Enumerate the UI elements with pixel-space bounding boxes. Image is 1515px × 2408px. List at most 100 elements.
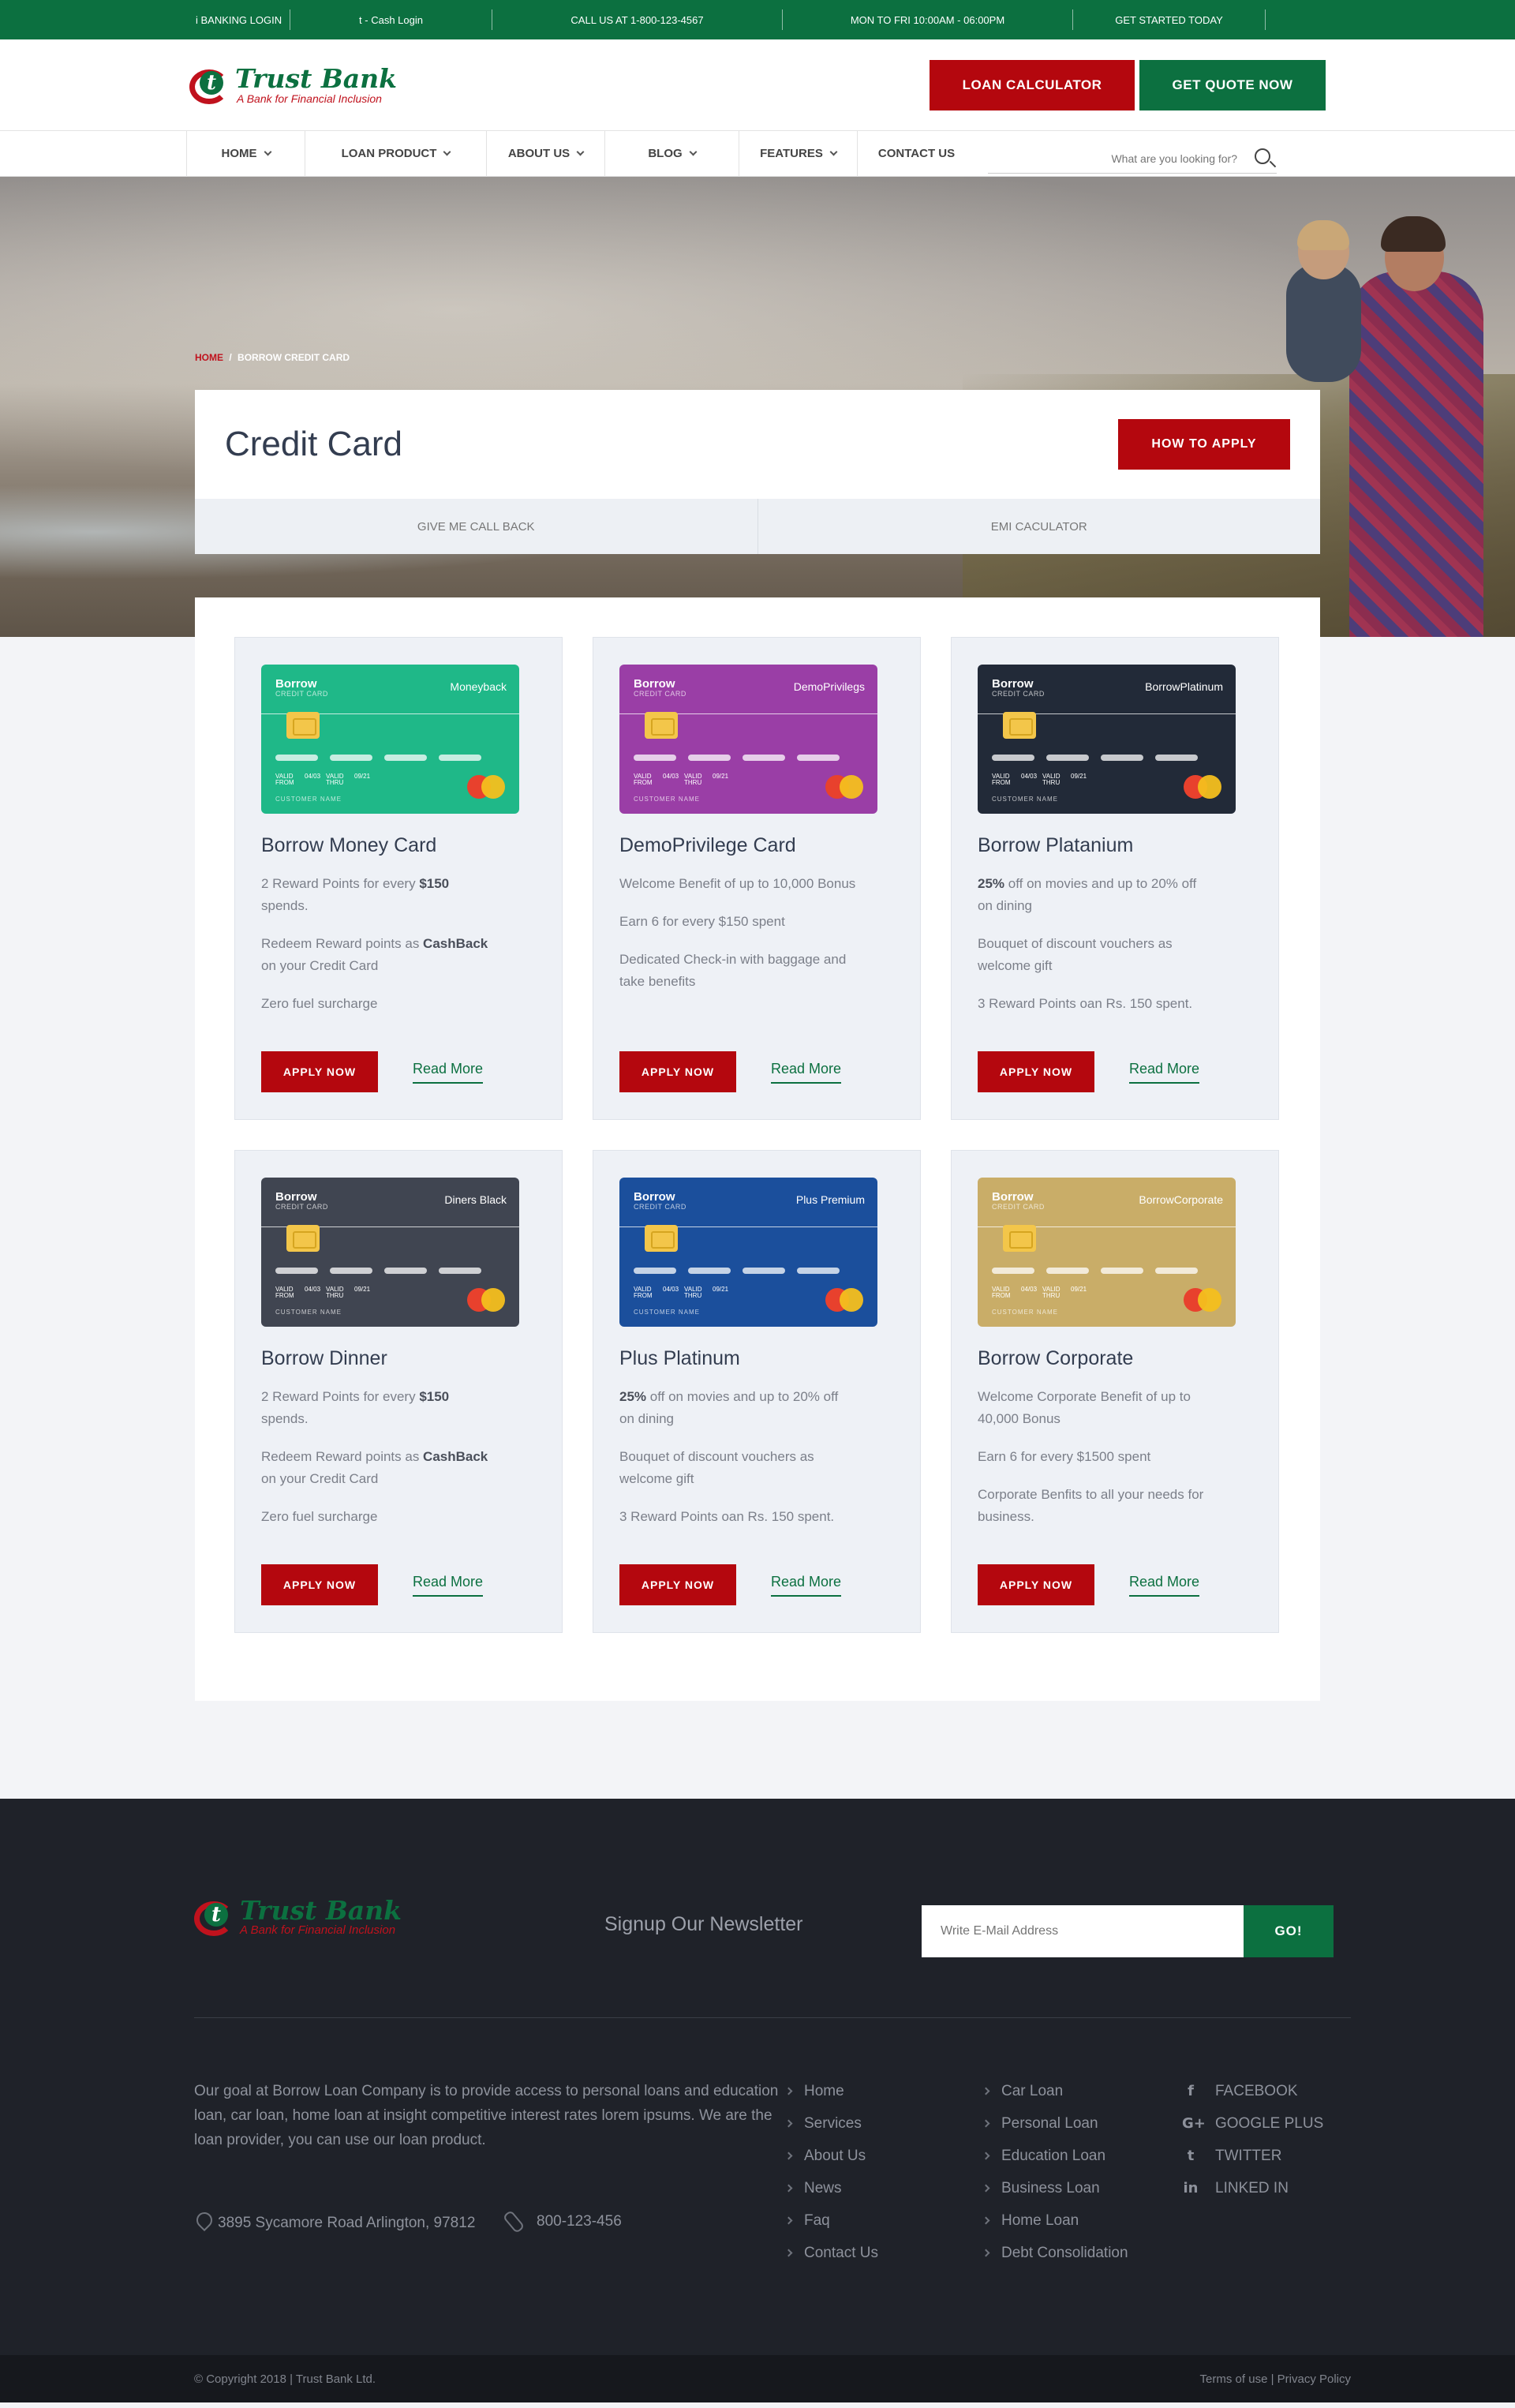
nav-features[interactable]: FEATURES — [739, 130, 857, 177]
footer-link[interactable]: Education Loan — [982, 2140, 1128, 2172]
footer-link[interactable]: News — [784, 2172, 878, 2204]
apply-now-button[interactable]: APPLY NOW — [261, 1051, 378, 1092]
get-started-link[interactable]: GET STARTED TODAY — [1073, 9, 1266, 30]
nav-blog[interactable]: BLOG — [604, 130, 739, 177]
footer-logo[interactable]: t Trust Bank A Bank for Financial Inclus… — [194, 1897, 402, 1937]
read-more-link[interactable]: Read More — [413, 1061, 484, 1084]
map-pin-icon — [194, 2211, 213, 2234]
apply-now-button[interactable]: APPLY NOW — [978, 1051, 1094, 1092]
customer-name: CUSTOMER NAME — [634, 796, 700, 803]
nav-contact-us[interactable]: CONTACT US — [857, 130, 975, 177]
logo[interactable]: t Trust Bank A Bank for Financial Inclus… — [189, 62, 397, 105]
newsletter-go-button[interactable]: GO! — [1244, 1905, 1334, 1957]
footer-link[interactable]: Home Loan — [982, 2204, 1128, 2237]
tab-emi-calculator[interactable]: EMI CACULATOR — [758, 499, 1321, 554]
footer-contact: 3895 Sycamore Road Arlington, 97812 800-… — [194, 2211, 622, 2235]
nav-about-us[interactable]: ABOUT US — [486, 130, 604, 177]
read-more-link[interactable]: Read More — [413, 1574, 484, 1597]
card-image: Borrow CREDIT CARD Moneyback VALID FROM … — [261, 665, 519, 814]
nav-loan-product[interactable]: LOAN PRODUCT — [305, 130, 486, 177]
footer-link[interactable]: Debt Consolidation — [982, 2237, 1128, 2269]
card-title: Borrow Money Card — [261, 834, 437, 856]
social-link[interactable]: t TWITTER — [1182, 2140, 1323, 2172]
chevron-right-icon — [784, 2216, 793, 2225]
chevron-down-icon — [689, 148, 698, 156]
social-link[interactable]: f FACEBOOK — [1182, 2075, 1323, 2107]
footer-link[interactable]: Business Loan — [982, 2172, 1128, 2204]
facebook-icon: f — [1188, 2083, 1194, 2099]
google-plus-icon: G+ — [1182, 2115, 1206, 2132]
read-more-link[interactable]: Read More — [1129, 1061, 1200, 1084]
chip-icon — [286, 1225, 320, 1252]
chevron-right-icon — [784, 2087, 793, 2095]
card-image: Borrow CREDIT CARD BorrowCorporate VALID… — [978, 1178, 1236, 1327]
footer-address: 3895 Sycamore Road Arlington, 97812 — [218, 2215, 476, 2231]
brand-name: Trust Bank — [235, 62, 397, 94]
search-icon[interactable] — [1253, 147, 1277, 170]
apply-now-button[interactable]: APPLY NOW — [978, 1564, 1094, 1605]
valid-from-label: VALID FROM — [275, 1286, 294, 1299]
phone-icon — [505, 2209, 529, 2233]
mastercard-icon — [467, 775, 507, 799]
card-brand: Borrow — [992, 677, 1034, 691]
card-feature: Welcome Benefit of up to 10,000 Bonus — [619, 876, 856, 891]
footer-link[interactable]: Faq — [784, 2204, 878, 2237]
card-feature: 2 Reward Points for every $150 spends. — [261, 876, 450, 913]
how-to-apply-button[interactable]: HOW TO APPLY — [1118, 419, 1290, 470]
card-brand: Borrow — [992, 1190, 1034, 1204]
footer-link[interactable]: Car Loan — [982, 2075, 1128, 2107]
card-sub: CREDIT CARD — [275, 1203, 328, 1211]
social-link[interactable]: in LINKED IN — [1182, 2172, 1323, 2204]
footer-link[interactable]: Services — [784, 2107, 878, 2140]
newsletter-form: GO! — [922, 1905, 1334, 1957]
card-feature: Earn 6 for every $1500 spent — [978, 1449, 1151, 1464]
footer-link[interactable]: Personal Loan — [982, 2107, 1128, 2140]
apply-now-button[interactable]: APPLY NOW — [261, 1564, 378, 1605]
nav-loan-product-label: LOAN PRODUCT — [341, 147, 437, 160]
loan-calculator-button[interactable]: LOAN CALCULATOR — [930, 59, 1135, 110]
card-feature: Bouquet of discount vouchers as welcome … — [978, 936, 1173, 973]
logo-mark-icon: t — [194, 1898, 238, 1936]
valid-thru-label: VALID THRU — [1042, 773, 1060, 786]
nav-home[interactable]: HOME — [186, 130, 305, 177]
read-more-link[interactable]: Read More — [771, 1061, 842, 1084]
valid-from: 04/03 — [663, 1286, 679, 1293]
card-feature: 25% off on movies and up to 20% off on d… — [619, 1389, 839, 1426]
read-more-link[interactable]: Read More — [1129, 1574, 1200, 1597]
footer-brand-tagline: A Bank for Financial Inclusion — [240, 1923, 396, 1937]
cards-grid: Borrow CREDIT CARD Moneyback VALID FROM … — [234, 637, 1320, 1633]
apply-now-button[interactable]: APPLY NOW — [619, 1051, 736, 1092]
breadcrumb-home[interactable]: HOME — [195, 352, 223, 363]
card-feature: Welcome Corporate Benefit of up to 40,00… — [978, 1389, 1191, 1426]
chevron-down-icon — [264, 148, 271, 156]
social-link[interactable]: G+ GOOGLE PLUS — [1182, 2107, 1323, 2140]
nav-blog-label: BLOG — [648, 147, 683, 160]
main-nav: HOME LOAN PRODUCT ABOUT US BLOG FEATURES… — [0, 130, 1515, 177]
tab-call-back[interactable]: GIVE ME CALL BACK — [195, 499, 758, 554]
search-input[interactable] — [1016, 147, 1253, 170]
card-title: Plus Platinum — [619, 1347, 740, 1369]
valid-thru: 09/21 — [713, 1286, 729, 1293]
call-us-info: CALL US AT 1-800-123-4567 — [492, 9, 783, 30]
footer-link[interactable]: Home — [784, 2075, 878, 2107]
footer-about-text: Our goal at Borrow Loan Company is to pr… — [194, 2083, 779, 2148]
read-more-link[interactable]: Read More — [771, 1574, 842, 1597]
ibanking-login-link[interactable]: i BANKING LOGIN — [186, 9, 290, 30]
email-input[interactable] — [922, 1905, 1244, 1957]
chevron-right-icon — [982, 2119, 990, 2128]
tcash-login-link[interactable]: t - Cash Login — [290, 9, 492, 30]
apply-now-button[interactable]: APPLY NOW — [619, 1564, 736, 1605]
terms-privacy-link[interactable]: Terms of use | Privacy Policy — [1200, 2372, 1351, 2386]
sub-tabs: GIVE ME CALL BACK EMI CACULATOR — [195, 499, 1320, 554]
customer-name: CUSTOMER NAME — [634, 1309, 700, 1316]
header: t Trust Bank A Bank for Financial Inclus… — [0, 39, 1515, 131]
customer-name: CUSTOMER NAME — [275, 796, 342, 803]
get-quote-button[interactable]: GET QUOTE NOW — [1139, 59, 1326, 110]
valid-from: 04/03 — [663, 773, 679, 780]
chevron-right-icon — [982, 2216, 990, 2225]
valid-thru: 09/21 — [354, 773, 371, 780]
chevron-down-icon — [576, 148, 585, 156]
top-bar: i BANKING LOGIN t - Cash Login CALL US A… — [0, 0, 1515, 39]
footer-link[interactable]: About Us — [784, 2140, 878, 2172]
footer-link[interactable]: Contact Us — [784, 2237, 878, 2269]
